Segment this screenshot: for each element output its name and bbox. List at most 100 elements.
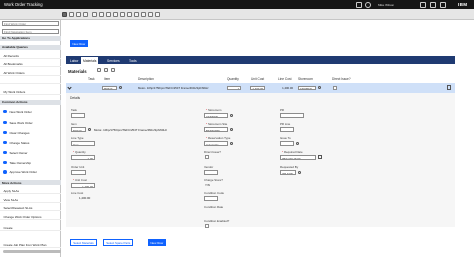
condition-code-field[interactable] <box>204 196 218 201</box>
tab-materials[interactable]: Materials <box>81 57 99 64</box>
pr-field[interactable] <box>280 113 304 118</box>
task-field[interactable] <box>71 113 85 118</box>
direct-issue-checkbox[interactable] <box>205 155 209 159</box>
query-item[interactable]: My Work Orders <box>0 88 61 95</box>
user-name[interactable]: Mike Wilson <box>378 3 394 7</box>
storeroom-site-field[interactable]: BEDFORD <box>204 127 228 132</box>
calendar-icon[interactable] <box>318 155 322 159</box>
chevron-down-icon[interactable] <box>230 141 234 145</box>
more-action-item[interactable]: Create Job Plan from Work Plan <box>0 241 61 248</box>
column-header-storeroom[interactable]: Storeroom <box>298 77 313 81</box>
quantity-field[interactable]: 1.00 <box>71 155 95 160</box>
new-icon[interactable] <box>92 11 97 17</box>
quantity-label: Quantity <box>73 150 86 154</box>
column-header-description[interactable]: Description <box>138 77 154 81</box>
next-icon[interactable] <box>83 11 88 17</box>
more-action-item[interactable]: Select/Deselect SLAs <box>0 205 61 211</box>
home-icon[interactable] <box>356 1 362 8</box>
checkmark-icon <box>3 170 7 174</box>
action-new-work-order[interactable]: New Work Order <box>0 108 61 115</box>
column-header-line-cost[interactable]: Line Cost <box>278 77 291 81</box>
ownership-icon[interactable] <box>127 11 132 17</box>
save-icon[interactable] <box>99 11 104 17</box>
detail-menu-icon[interactable] <box>88 127 92 131</box>
storeroom-field[interactable]: CENTRAL <box>204 113 228 118</box>
select-materials-button[interactable]: Select Materials <box>70 239 97 246</box>
more-action-item[interactable]: View SLAs <box>0 196 61 203</box>
status-icon[interactable] <box>113 11 118 17</box>
go-to-applications-header[interactable]: Go To Applications <box>0 35 61 41</box>
row-unit-cost[interactable]: 1,400.00 <box>250 86 265 90</box>
tab-labor[interactable]: Labor <box>68 57 80 64</box>
bookmark-icon[interactable] <box>69 11 74 17</box>
attachment-icon[interactable] <box>155 11 160 17</box>
find-navigation-input[interactable] <box>1 29 59 35</box>
order-unit-label: Order Unit <box>71 165 85 169</box>
action-take-ownership[interactable]: Take Ownership <box>0 159 61 166</box>
column-header-direct-issue[interactable]: Direct Issue? <box>332 77 351 81</box>
line-type-select[interactable]: Item <box>71 141 95 146</box>
unit-cost-field[interactable]: 1,400.00 <box>71 183 95 188</box>
reservation-type-select[interactable]: Automatic <box>204 141 228 146</box>
pr-line-field[interactable] <box>280 127 294 132</box>
settings-icon[interactable] <box>440 1 446 8</box>
query-item[interactable]: All Work Orders <box>0 69 61 76</box>
action-save-work-order[interactable]: Save Work Order <box>0 119 61 126</box>
order-unit-field[interactable] <box>71 170 86 175</box>
column-header-item[interactable]: Item <box>104 77 110 81</box>
action-select-owner[interactable]: Select Owner <box>0 149 61 156</box>
lookup-icon[interactable] <box>298 170 302 174</box>
row-description: Motor- 10hp/1750rpm/TEFC/254T Frame/460v… <box>138 86 209 90</box>
query-item[interactable]: All Bookmarks <box>0 61 61 67</box>
item-field[interactable]: M0710 <box>71 127 86 132</box>
action-clear-changes[interactable]: Clear Changes <box>0 129 61 136</box>
requested-by-field[interactable]: WILSON <box>280 170 296 175</box>
action-change-status[interactable]: Change Status <box>0 139 61 146</box>
required-date-label: Required Date <box>282 150 303 154</box>
action-approve-work-order[interactable]: Approve Work Order <box>0 169 61 176</box>
more-action-item[interactable]: Create <box>0 224 61 231</box>
clear-icon <box>3 130 7 135</box>
help-icon[interactable] <box>365 1 371 8</box>
row-item[interactable]: M0710 <box>102 86 117 90</box>
find-work-order-input[interactable] <box>1 21 59 27</box>
column-header-task[interactable]: Task <box>88 77 95 81</box>
owner-icon[interactable] <box>120 11 125 17</box>
required-date-field[interactable]: 08/11/20 16:00 <box>280 155 316 160</box>
column-header-quantity[interactable]: Quantity <box>227 77 239 81</box>
bulletin-icon[interactable] <box>420 1 426 8</box>
profile-icon[interactable] <box>430 1 436 8</box>
settings-icon[interactable] <box>111 68 115 72</box>
available-queries-header: Available Queries <box>0 44 61 50</box>
tab-services[interactable]: Services <box>105 57 122 64</box>
ownership-icon <box>3 160 7 165</box>
lookup-icon[interactable] <box>230 113 234 117</box>
delete-icon[interactable] <box>447 85 451 90</box>
query-item[interactable] <box>0 78 61 84</box>
row-direct-issue-checkbox[interactable] <box>333 86 337 90</box>
issue-to-field[interactable] <box>280 141 294 146</box>
route-icon[interactable] <box>141 11 146 17</box>
condition-enabled-checkbox[interactable] <box>205 224 209 228</box>
more-actions-header: More Actions <box>0 180 61 186</box>
print-icon[interactable] <box>148 11 153 17</box>
new-row-button-bottom[interactable]: New Row <box>148 239 166 246</box>
row-quantity[interactable]: 1 <box>227 86 241 90</box>
download-icon[interactable] <box>104 68 108 72</box>
row-storeroom[interactable]: CENTRAL <box>298 86 316 90</box>
query-item[interactable]: All Records <box>0 52 61 59</box>
more-action-item[interactable]: Change Work Order Options <box>0 214 61 220</box>
clear-icon[interactable] <box>106 11 111 17</box>
select-spare-parts-button[interactable]: Select Spare Parts <box>103 239 134 246</box>
filter-icon[interactable] <box>97 68 101 72</box>
approve-icon[interactable] <box>134 11 139 17</box>
previous-icon[interactable] <box>76 11 81 17</box>
new-row-button[interactable]: New Row <box>70 40 88 47</box>
column-header-unit-cost[interactable]: Unit Cost <box>251 77 264 81</box>
tab-tools[interactable]: Tools <box>127 57 139 64</box>
more-action-item[interactable]: Apply SLAs <box>0 188 61 194</box>
find-icon[interactable] <box>62 11 67 17</box>
vendor-field[interactable] <box>204 170 218 175</box>
lookup-icon[interactable] <box>296 141 300 145</box>
lookup-icon[interactable] <box>230 127 234 131</box>
